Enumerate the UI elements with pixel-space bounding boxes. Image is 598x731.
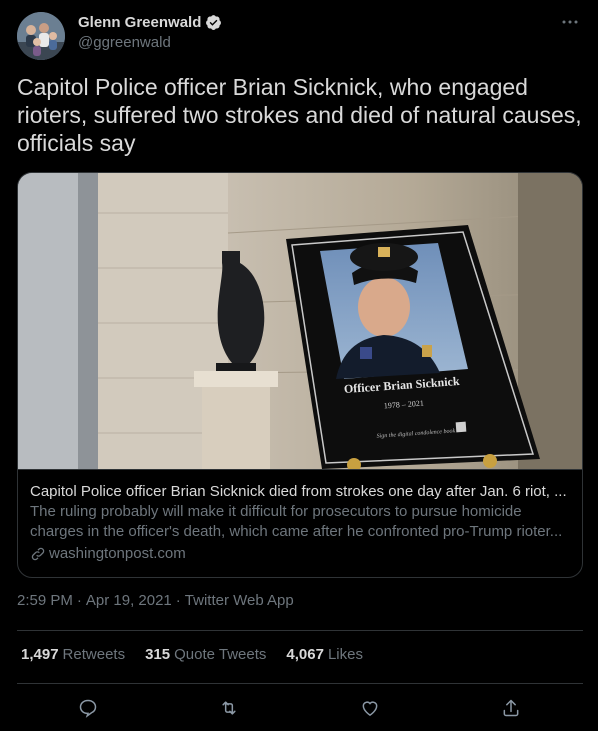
like-icon[interactable] xyxy=(358,696,382,720)
author-handle[interactable]: @ggreenwald xyxy=(78,34,171,51)
retweets-stat[interactable]: 1,497 Retweets xyxy=(21,646,125,663)
verified-badge-icon xyxy=(206,15,222,30)
divider xyxy=(17,683,583,684)
share-icon[interactable] xyxy=(499,696,523,720)
retweets-label: Retweets xyxy=(62,646,126,663)
quotes-label: Quote Tweets xyxy=(174,646,267,663)
retweet-icon[interactable] xyxy=(217,696,241,720)
link-icon xyxy=(31,547,45,561)
retweets-count: 1,497 xyxy=(21,646,59,663)
action-bar xyxy=(0,696,598,722)
card-domain-text[interactable]: washingtonpost.com xyxy=(49,544,186,564)
reply-icon[interactable] xyxy=(76,696,100,720)
tweet-source[interactable]: Twitter Web App xyxy=(185,592,294,609)
tweet-time[interactable]: 2:59 PM xyxy=(17,592,73,609)
tweet-stats: 1,497 Retweets 315 Quote Tweets 4,067 Likes xyxy=(21,646,363,663)
more-options-icon[interactable] xyxy=(560,12,580,32)
likes-count: 4,067 xyxy=(286,646,324,663)
tweet-date[interactable]: Apr 19, 2021 xyxy=(86,592,172,609)
avatar[interactable] xyxy=(17,12,65,60)
meta-separator: · xyxy=(175,592,181,609)
link-card[interactable]: Officer Brian Sicknick 1978 – 2021 Sign … xyxy=(17,172,583,578)
card-title[interactable]: Capitol Police officer Brian Sicknick di… xyxy=(30,482,570,502)
author-name[interactable]: Glenn Greenwald xyxy=(78,14,201,31)
quotes-stat[interactable]: 315 Quote Tweets xyxy=(145,646,266,663)
divider xyxy=(17,630,583,631)
quotes-count: 315 xyxy=(145,646,171,663)
tweet-text: Capitol Police officer Brian Sicknick, w… xyxy=(17,74,582,156)
likes-stat[interactable]: 4,067 Likes xyxy=(286,646,363,663)
card-description: The ruling probably will make it difficu… xyxy=(30,503,563,540)
tweet-meta: 2:59 PM · Apr 19, 2021 · Twitter Web App xyxy=(17,592,294,609)
meta-separator: · xyxy=(76,592,82,609)
card-image: Officer Brian Sicknick 1978 – 2021 Sign … xyxy=(18,173,582,469)
card-domain[interactable]: washingtonpost.com xyxy=(30,544,570,564)
author-row[interactable]: Glenn Greenwald xyxy=(78,14,222,31)
likes-label: Likes xyxy=(327,646,363,663)
card-body[interactable]: Capitol Police officer Brian Sicknick di… xyxy=(18,469,582,577)
